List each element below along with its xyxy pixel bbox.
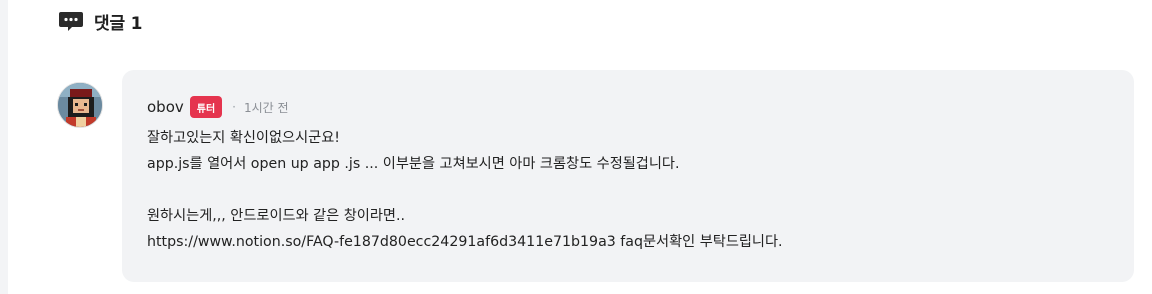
comment-meta: obov 튜터 · 1시간 전 — [147, 95, 289, 119]
comment-body: 잘하고있는지 확신이없으시군요! app.js를 열어서 open up app… — [147, 125, 1107, 255]
comment-author[interactable]: obov — [147, 98, 184, 116]
comment-line: 잘하고있는지 확신이없으시군요! — [147, 130, 340, 146]
comment-time: 1시간 전 — [244, 100, 289, 115]
comment-line: https://www.notion.so/FAQ-fe187d80ecc242… — [147, 234, 783, 250]
left-side-strip — [0, 0, 8, 294]
tutor-badge: 튜터 — [189, 96, 223, 118]
comment-line: app.js를 열어서 open up app .js ... 이부분을 고쳐보… — [147, 156, 680, 172]
comment-bubble: obov 튜터 · 1시간 전 잘하고있는지 확신이없으시군요! app.js를… — [122, 70, 1134, 282]
comment-icon — [58, 8, 84, 34]
comments-header: 댓글 1 — [58, 8, 142, 34]
meta-separator: · — [232, 100, 236, 114]
comment-blank-line — [147, 177, 1107, 203]
comments-count-title: 댓글 1 — [94, 13, 143, 34]
comment-line: 원하시는게,,, 안드로이드와 같은 창이라면.. — [147, 208, 405, 224]
avatar[interactable] — [57, 82, 103, 128]
